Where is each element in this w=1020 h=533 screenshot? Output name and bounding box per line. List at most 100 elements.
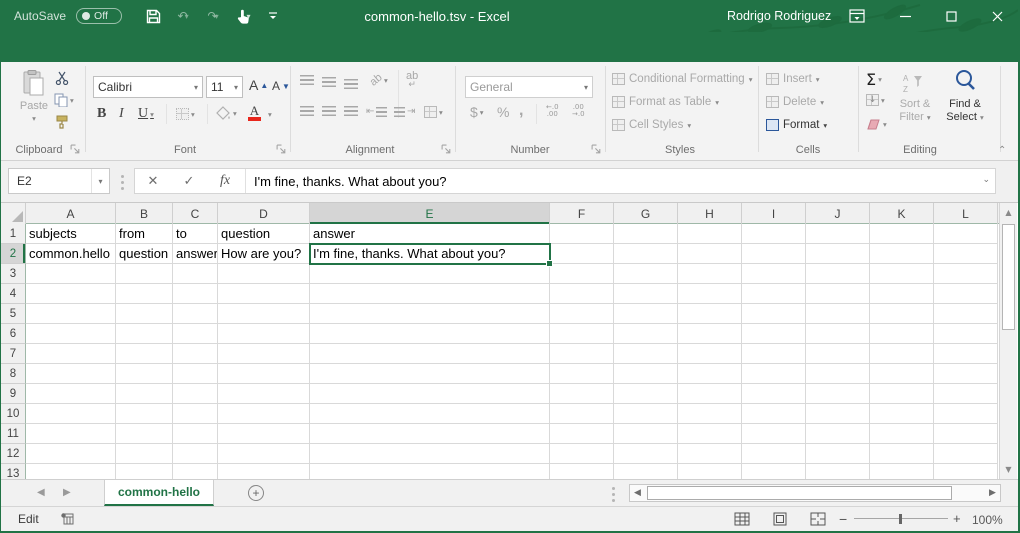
increase-decimal-icon[interactable]: ←.0.00 xyxy=(546,104,559,118)
find-select-button[interactable] xyxy=(952,68,978,94)
cell-K7[interactable] xyxy=(870,344,934,364)
cell-D2[interactable]: How are you? xyxy=(218,244,310,264)
cell-J1[interactable] xyxy=(806,224,870,244)
font-size-combobox[interactable]: 11▾ xyxy=(206,76,243,98)
fill-button[interactable]: ↓▾ xyxy=(866,94,885,106)
minimize-button[interactable] xyxy=(890,0,920,32)
cell-K8[interactable] xyxy=(870,364,934,384)
cell-C3[interactable] xyxy=(173,264,218,284)
cell-C4[interactable] xyxy=(173,284,218,304)
cell-G10[interactable] xyxy=(614,404,678,424)
scroll-left-icon[interactable]: ◀ xyxy=(630,488,645,498)
format-as-table-button[interactable]: Format as Table▾ xyxy=(612,96,719,108)
cell-E11[interactable] xyxy=(310,424,550,444)
cell-B6[interactable] xyxy=(116,324,173,344)
row-header-9[interactable]: 9 xyxy=(1,384,26,404)
middle-align-icon[interactable] xyxy=(322,77,336,87)
cell-B1[interactable]: from xyxy=(116,224,173,244)
center-icon[interactable] xyxy=(322,106,336,116)
cell-A10[interactable] xyxy=(26,404,116,424)
cell-H2[interactable] xyxy=(678,244,742,264)
cell-D8[interactable] xyxy=(218,364,310,384)
page-layout-view-icon[interactable] xyxy=(772,512,788,526)
cell-H13[interactable] xyxy=(678,464,742,479)
decrease-indent-icon[interactable]: ⇤ xyxy=(366,106,387,117)
cell-K12[interactable] xyxy=(870,444,934,464)
cell-H10[interactable] xyxy=(678,404,742,424)
column-header-F[interactable]: F xyxy=(550,203,614,224)
cell-C9[interactable] xyxy=(173,384,218,404)
cell-D9[interactable] xyxy=(218,384,310,404)
cell-E3[interactable] xyxy=(310,264,550,284)
horizontal-scrollbar[interactable]: ◀ ▶ xyxy=(629,484,1001,502)
cell-J6[interactable] xyxy=(806,324,870,344)
cell-E8[interactable] xyxy=(310,364,550,384)
column-header-E[interactable]: E xyxy=(310,203,550,224)
cell-J13[interactable] xyxy=(806,464,870,479)
zoom-level[interactable]: 100% xyxy=(972,513,1003,527)
cell-J4[interactable] xyxy=(806,284,870,304)
cell-L12[interactable] xyxy=(934,444,998,464)
save-icon[interactable] xyxy=(140,4,166,28)
customize-quick-access-toolbar-icon[interactable] xyxy=(260,4,286,28)
wrap-text-button[interactable]: ab↵ xyxy=(406,72,418,90)
cell-H7[interactable] xyxy=(678,344,742,364)
cell-A13[interactable] xyxy=(26,464,116,479)
copy-button[interactable]: ▾ xyxy=(54,93,74,107)
cell-I8[interactable] xyxy=(742,364,806,384)
cell-J9[interactable] xyxy=(806,384,870,404)
cell-I10[interactable] xyxy=(742,404,806,424)
cell-D13[interactable] xyxy=(218,464,310,479)
cell-I2[interactable] xyxy=(742,244,806,264)
insert-cells-button[interactable]: Insert▾ xyxy=(766,73,820,85)
column-header-H[interactable]: H xyxy=(678,203,742,224)
top-align-icon[interactable] xyxy=(300,75,314,85)
font-dialog-launcher[interactable] xyxy=(276,144,287,155)
column-header-K[interactable]: K xyxy=(870,203,934,224)
align-right-icon[interactable] xyxy=(344,106,358,116)
cell-L3[interactable] xyxy=(934,264,998,284)
horizontal-scrollbar-thumb[interactable] xyxy=(647,486,952,500)
cell-D11[interactable] xyxy=(218,424,310,444)
cell-K2[interactable] xyxy=(870,244,934,264)
cell-I6[interactable] xyxy=(742,324,806,344)
cell-G8[interactable] xyxy=(614,364,678,384)
cell-A9[interactable] xyxy=(26,384,116,404)
cell-C11[interactable] xyxy=(173,424,218,444)
autosum-button[interactable]: Σ▾ xyxy=(866,70,882,89)
font-color-button[interactable]: A xyxy=(248,104,261,121)
shrink-font-button[interactable]: A▼ xyxy=(272,79,290,93)
cell-D10[interactable] xyxy=(218,404,310,424)
borders-button[interactable]: ▾ xyxy=(176,108,195,120)
normal-view-icon[interactable] xyxy=(734,512,750,526)
cell-A5[interactable] xyxy=(26,304,116,324)
cell-D5[interactable] xyxy=(218,304,310,324)
cell-L11[interactable] xyxy=(934,424,998,444)
user-name[interactable]: Rodrigo Rodriguez xyxy=(727,0,831,32)
cell-L6[interactable] xyxy=(934,324,998,344)
merge-center-button[interactable]: ▾ xyxy=(424,106,443,118)
sheet-tab-common-hello[interactable]: common-hello xyxy=(104,480,214,506)
cell-G7[interactable] xyxy=(614,344,678,364)
row-header-3[interactable]: 3 xyxy=(1,264,26,284)
cell-E5[interactable] xyxy=(310,304,550,324)
zoom-in-icon[interactable]: + xyxy=(953,511,961,526)
cell-A12[interactable] xyxy=(26,444,116,464)
cell-F5[interactable] xyxy=(550,304,614,324)
cut-button[interactable] xyxy=(55,71,69,85)
cell-L13[interactable] xyxy=(934,464,998,479)
cell-K9[interactable] xyxy=(870,384,934,404)
cell-F12[interactable] xyxy=(550,444,614,464)
cell-B11[interactable] xyxy=(116,424,173,444)
cell-I1[interactable] xyxy=(742,224,806,244)
zoom-slider-handle[interactable] xyxy=(899,514,902,524)
cell-E1[interactable]: answer xyxy=(310,224,550,244)
cell-C12[interactable] xyxy=(173,444,218,464)
cell-K1[interactable] xyxy=(870,224,934,244)
format-cells-button[interactable]: Format▾ xyxy=(766,119,827,131)
underline-button[interactable]: U▾ xyxy=(138,106,154,122)
maximize-button[interactable] xyxy=(936,0,966,32)
conditional-formatting-button[interactable]: Conditional Formatting▾ xyxy=(612,73,752,85)
cell-I5[interactable] xyxy=(742,304,806,324)
cell-G2[interactable] xyxy=(614,244,678,264)
